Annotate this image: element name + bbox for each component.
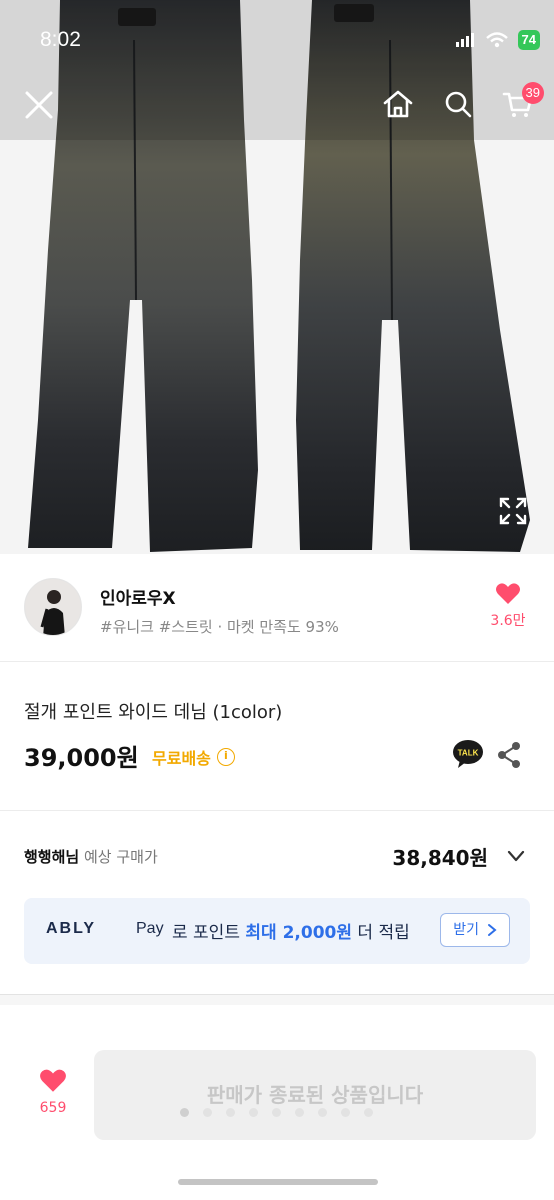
seller-like-button[interactable]: 3.6만 xyxy=(486,582,530,630)
chevron-right-icon xyxy=(488,924,497,936)
page-dot xyxy=(341,1108,350,1117)
cart-badge: 39 xyxy=(521,82,544,104)
jeans-photo xyxy=(0,0,554,554)
seller-name[interactable]: 인아로우X xyxy=(100,584,176,609)
seller-like-count: 3.6만 xyxy=(490,613,526,629)
home-icon xyxy=(383,90,413,118)
ably-logo: ABLY xyxy=(46,920,97,937)
shipping-badge[interactable]: 무료배송 i xyxy=(152,745,235,769)
product-like-count: 659 xyxy=(39,1100,67,1116)
heart-icon xyxy=(496,583,520,604)
avatar-image xyxy=(25,579,81,635)
cart-button[interactable]: 39 xyxy=(500,82,544,122)
seller-avatar[interactable] xyxy=(24,578,82,636)
status-bar: 8:02 74 xyxy=(0,0,554,80)
search-icon xyxy=(445,91,472,118)
product-image[interactable]: 8:02 74 39 xyxy=(0,0,554,554)
share-icon[interactable] xyxy=(496,741,522,769)
ably-pay-banner[interactable]: ABLY Pay 로 포인트 최대 2,000원 더 적립 받기 xyxy=(24,898,530,964)
seller-section[interactable]: 인아로우X #유니크 #스트릿 · 마켓 만족도 93% 3.6만 xyxy=(0,562,554,662)
home-button[interactable] xyxy=(380,86,416,122)
search-button[interactable] xyxy=(440,86,476,122)
product-name: 절개 포인트 와이드 데님 (1color) xyxy=(24,702,283,723)
expected-price-label: 행행해님 예상 구매가 xyxy=(24,846,158,867)
wifi-icon xyxy=(485,32,508,48)
banner-text: 로 포인트 최대 2,000원 더 적립 xyxy=(172,918,410,943)
page-dot xyxy=(364,1108,373,1117)
receive-button[interactable]: 받기 xyxy=(440,913,510,947)
shipping-label: 무료배송 xyxy=(152,749,211,768)
info-icon[interactable]: i xyxy=(216,748,235,766)
heart-icon xyxy=(40,1069,66,1092)
page-dot xyxy=(203,1108,212,1117)
battery-icon: 74 xyxy=(517,30,540,50)
home-indicator xyxy=(178,1179,378,1185)
product-price: 39,000원 xyxy=(24,744,139,772)
expected-price[interactable]: 38,840원 xyxy=(392,842,488,871)
signal-icon xyxy=(455,33,474,47)
page-dot xyxy=(272,1108,281,1117)
seller-tags: #유니크 #스트릿 · 마켓 만족도 93% xyxy=(100,618,339,636)
status-time: 8:02 xyxy=(40,28,81,51)
top-actions: 39 xyxy=(380,82,544,122)
ably-pay-label: Pay xyxy=(136,920,164,937)
status-icons: 74 xyxy=(455,30,540,50)
receive-button-label: 받기 xyxy=(453,922,479,938)
talk-label: TALK xyxy=(458,749,479,758)
page-dot xyxy=(318,1108,327,1117)
divider xyxy=(0,810,554,811)
page-dot xyxy=(249,1108,258,1117)
banner-highlight: 최대 2,000원 xyxy=(245,923,352,943)
bottom-bar: 659 판매가 종료된 상품입니다 xyxy=(0,1040,554,1200)
user-name: 행행해님 xyxy=(24,848,80,866)
close-icon[interactable] xyxy=(22,88,56,122)
section-gap xyxy=(0,995,554,1005)
product-like-button[interactable]: 659 xyxy=(30,1068,76,1116)
banner-text-after: 더 적립 xyxy=(357,923,410,943)
chevron-down-icon[interactable] xyxy=(506,846,526,866)
banner-text-before: 로 포인트 xyxy=(172,923,240,943)
kakao-talk-icon[interactable]: TALK xyxy=(452,738,484,770)
sold-out-button: 판매가 종료된 상품입니다 xyxy=(94,1050,536,1140)
page-dot xyxy=(180,1108,189,1117)
expand-icon[interactable] xyxy=(498,496,528,526)
expected-label-text: 예상 구매가 xyxy=(83,848,158,866)
page-dot xyxy=(295,1108,304,1117)
image-pagination-dots xyxy=(180,1108,373,1117)
page-dot xyxy=(226,1108,235,1117)
